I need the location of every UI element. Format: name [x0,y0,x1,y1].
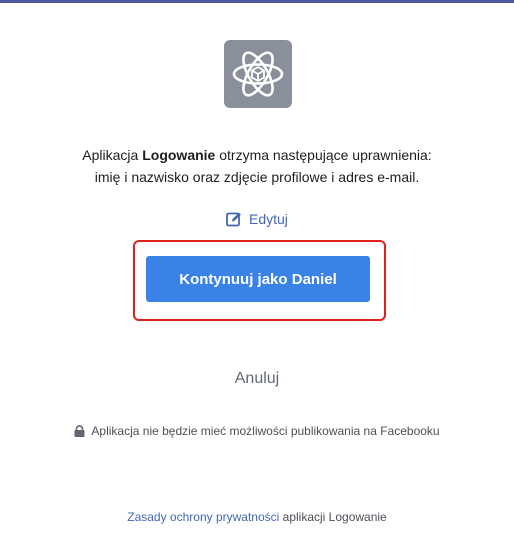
edit-label: Edytuj [249,211,288,227]
permissions-line-1: Aplikacja Logowanie otrzyma następujące … [82,147,432,163]
edit-icon [226,212,241,227]
lock-icon [74,425,85,437]
permissions-text: Aplikacja Logowanie otrzyma następujące … [0,144,514,188]
cancel-link[interactable]: Anuluj [0,370,514,388]
permission-dialog: Aplikacja Logowanie otrzyma następujące … [0,0,514,553]
app-name: Logowanie [142,147,216,163]
continue-button[interactable]: Kontynuuj jako Daniel [146,256,370,302]
edit-link[interactable]: Edytuj [226,210,288,228]
app-icon [224,40,292,108]
atom-icon [232,51,284,97]
notice-text: Aplikacja nie będzie mieć możliwości pub… [91,424,440,438]
publish-notice: Aplikacja nie będzie mieć możliwości pub… [0,424,514,438]
footer: Zasady ochrony prywatności aplikacji Log… [0,510,514,524]
top-border [0,0,514,3]
permissions-line-2: imię i nazwisko oraz zdjęcie profilowe i… [94,169,420,185]
privacy-policy-link[interactable]: Zasady ochrony prywatności [127,510,279,524]
footer-suffix: aplikacji Logowanie [279,510,387,524]
